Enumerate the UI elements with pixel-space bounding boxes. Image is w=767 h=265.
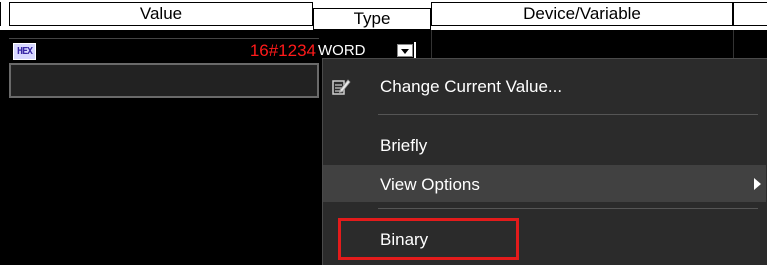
type-cell-edge (414, 42, 416, 58)
column-divider (431, 30, 432, 58)
column-divider (733, 30, 734, 58)
menu-item-label: View Options (380, 175, 480, 194)
hex-format-icon[interactable]: HEX (13, 43, 36, 60)
column-header-extra[interactable] (733, 2, 767, 26)
menu-item-label: Change Current Value... (380, 77, 563, 96)
annotation-highlight-box (338, 218, 519, 260)
menu-separator (378, 208, 758, 209)
column-header-type[interactable]: Type (313, 8, 431, 30)
type-dropdown-button[interactable] (397, 44, 413, 57)
edit-value-icon (332, 79, 351, 95)
menu-separator (378, 114, 758, 115)
menu-item-briefly[interactable]: Briefly (323, 127, 763, 163)
table-header: Value Type Device/Variable (0, 0, 767, 30)
current-value[interactable]: 16#1234 (250, 41, 316, 61)
menu-item-view-options[interactable]: View Options (323, 165, 766, 202)
column-header-device-variable[interactable]: Device/Variable (431, 2, 733, 26)
menu-item-change-current-value[interactable]: Change Current Value... (323, 67, 763, 105)
submenu-arrow-icon (754, 178, 761, 190)
menu-item-label: Briefly (380, 136, 428, 155)
row-divider (9, 38, 319, 39)
column-header-value[interactable]: Value (9, 2, 313, 26)
watch-window: Value Type Device/Variable HEX 16#1234 W… (0, 0, 767, 265)
value-edit-field[interactable] (9, 63, 319, 98)
data-type-value[interactable]: WORD (318, 41, 388, 57)
